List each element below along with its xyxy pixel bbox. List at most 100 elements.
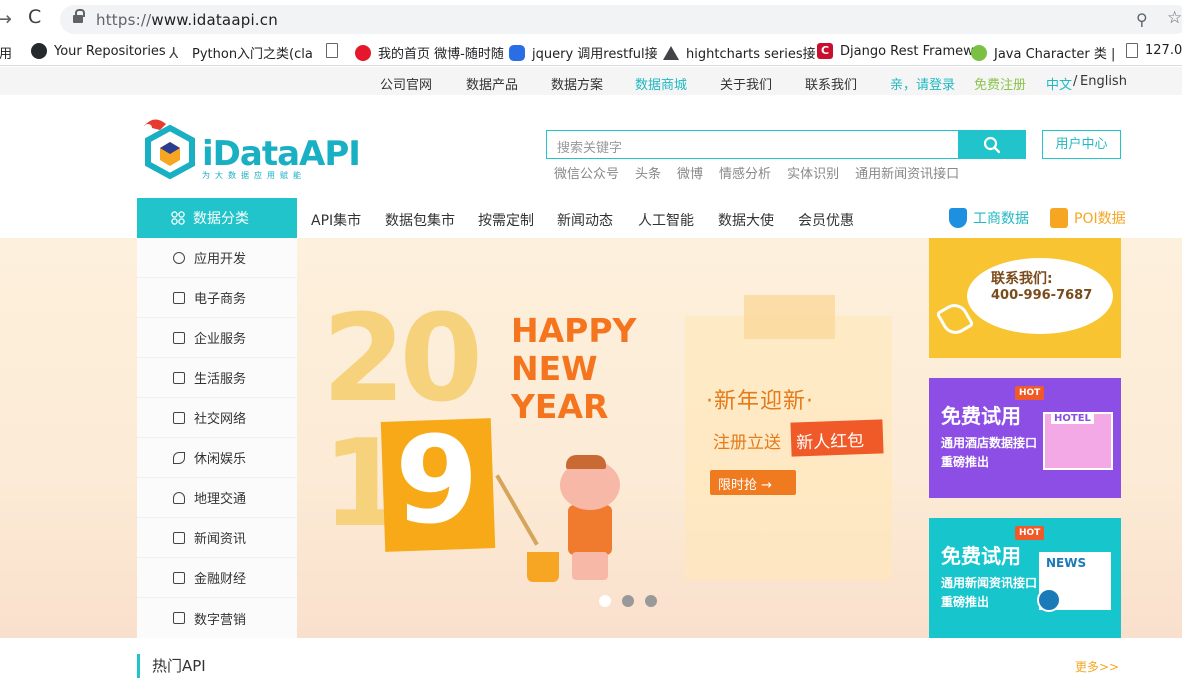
hotel-api-ad[interactable]: HOT 免费试用 通用酒店数据接口 重磅推出 HOTEL	[929, 378, 1121, 498]
bookmark-star-icon[interactable]: ☆	[1167, 8, 1182, 28]
category-label: 金融财经	[194, 572, 247, 587]
hot-word-entity[interactable]: 实体识别	[787, 163, 839, 182]
category-ecommerce[interactable]: 电子商务	[137, 278, 297, 318]
biz-data-label: 工商数据	[973, 211, 1029, 227]
lang-en-link[interactable]: English	[1080, 74, 1127, 89]
greeting-line: HAPPY	[511, 311, 637, 350]
bookmark-apps[interactable]: 应用	[0, 43, 12, 62]
nav-package-market[interactable]: 数据包集市	[385, 210, 455, 230]
bookmark-jquery[interactable]: jquery 调用restful接	[509, 43, 658, 62]
carousel-dot[interactable]	[645, 595, 657, 607]
location-pin-icon	[1050, 208, 1068, 228]
bookmark-label: Your Repositories	[54, 43, 166, 59]
category-label: 社交网络	[194, 412, 247, 427]
nav-api-market[interactable]: API集市	[311, 210, 361, 230]
cart-icon	[173, 291, 185, 304]
category-enterprise[interactable]: 企业服务	[137, 318, 297, 358]
nav-ambassador[interactable]: 数据大使	[718, 210, 774, 230]
category-app-dev[interactable]: 应用开发	[137, 238, 297, 278]
topnav-contact[interactable]: 联系我们	[805, 74, 857, 93]
category-sidebar: 应用开发 电子商务 企业服务 生活服务 社交网络 休闲娱乐 地理交通 新闻资讯 …	[137, 238, 297, 638]
topnav-about[interactable]: 关于我们	[720, 74, 772, 93]
nav-ai[interactable]: 人工智能	[638, 210, 694, 230]
lock-icon[interactable]	[73, 9, 85, 24]
nav-news[interactable]: 新闻动态	[557, 210, 613, 230]
lang-cn-link[interactable]: 中文	[1046, 74, 1072, 93]
bookmark-highcharts[interactable]: hightcharts series接	[663, 43, 816, 62]
category-leisure[interactable]: 休闲娱乐	[137, 438, 297, 478]
ad-trial-title: 免费试用	[941, 404, 1021, 428]
ad-trial-title: 免费试用	[941, 544, 1021, 568]
home-icon	[173, 371, 185, 384]
promo-red-tag: 新人红包	[790, 419, 884, 457]
topnav-store[interactable]: 数据商城	[635, 74, 687, 93]
category-life[interactable]: 生活服务	[137, 358, 297, 398]
category-menu-header[interactable]: 数据分类	[137, 198, 297, 238]
poi-data-label: POI数据	[1074, 211, 1126, 227]
greeting-line: YEAR	[511, 387, 609, 426]
hot-badge: HOT	[1015, 386, 1045, 400]
category-geo[interactable]: 地理交通	[137, 478, 297, 518]
reload-icon[interactable]: C	[28, 6, 41, 28]
hot-badge: HOT	[1015, 526, 1045, 540]
bookmark-localhost[interactable]: 127.0.	[1126, 43, 1182, 58]
hot-word-weibo[interactable]: 微博	[677, 163, 703, 182]
category-finance[interactable]: 金融财经	[137, 558, 297, 598]
carousel-dot[interactable]	[599, 595, 611, 607]
login-link[interactable]: 亲，请登录	[890, 74, 955, 93]
topnav-solutions[interactable]: 数据方案	[551, 74, 603, 93]
news-api-ad[interactable]: HOT 免费试用 通用新闻资讯接口 重磅推出 NEWS	[929, 518, 1121, 638]
bookmark-label: Django Rest Framew	[840, 43, 974, 59]
plane-icon	[173, 451, 185, 464]
bookmark-your-repositories[interactable]: Your Repositories	[31, 43, 166, 59]
contact-ad[interactable]: 联系我们: 400-996-7687	[929, 238, 1121, 358]
limited-grab-button[interactable]: 限时抢 →	[710, 470, 796, 495]
bookmark-label: 127.0.	[1145, 43, 1182, 58]
nav-custom[interactable]: 按需定制	[478, 210, 534, 230]
banner-year-20: 20	[322, 290, 483, 429]
topnav-company[interactable]: 公司官网	[380, 74, 432, 93]
register-link[interactable]: 免费注册	[974, 74, 1026, 93]
hot-word-wechat[interactable]: 微信公众号	[554, 163, 619, 182]
category-news[interactable]: 新闻资讯	[137, 518, 297, 558]
more-link[interactable]: 更多>>	[1075, 658, 1119, 675]
search-input[interactable]: 搜索关键字	[546, 130, 959, 159]
promo-card-tape	[744, 295, 835, 339]
carousel-dots	[599, 595, 657, 607]
hot-word-news-api[interactable]: 通用新闻资讯接口	[855, 163, 959, 182]
grid-icon	[171, 211, 185, 225]
hot-word-toutiao[interactable]: 头条	[635, 163, 661, 182]
user-center-button[interactable]: 用户中心	[1042, 130, 1121, 159]
lang-sep: /	[1073, 74, 1078, 89]
news-sign: NEWS	[1046, 556, 1087, 570]
nav-member-deals[interactable]: 会员优惠	[798, 210, 854, 230]
bookmark-label: Java Character 类 |	[994, 47, 1116, 62]
category-marketing[interactable]: 数字营销	[137, 598, 297, 638]
carousel-dot[interactable]	[622, 595, 634, 607]
poi-data-link[interactable]: POI数据	[1050, 208, 1126, 228]
browser-toolbar: → C https://www.idataapi.cn ⚲ ☆	[0, 0, 1182, 38]
bookmark-java[interactable]: Java Character 类 |	[971, 43, 1115, 62]
logo-cube-icon	[144, 119, 195, 180]
search-button[interactable]	[958, 130, 1026, 159]
hot-word-sentiment[interactable]: 情感分析	[719, 163, 771, 182]
bookmark-label: jquery 调用restful接	[532, 47, 658, 62]
back-arrow-icon[interactable]: →	[0, 8, 12, 30]
url-domain: www.idataapi.cn	[151, 11, 278, 29]
ad-description: 通用新闻资讯接口 重磅推出	[941, 574, 1037, 612]
top-nav: 公司官网 数据产品 数据方案 数据商城 关于我们 联系我们 亲，请登录 免费注册…	[0, 67, 1182, 95]
url-text[interactable]: https://www.idataapi.cn	[96, 11, 278, 29]
bookmark-weibo[interactable]: 我的首页 微博-随时随	[355, 43, 504, 62]
category-label: 企业服务	[194, 332, 247, 347]
bookmark-django[interactable]: C Django Rest Framew	[817, 43, 974, 59]
category-social[interactable]: 社交网络	[137, 398, 297, 438]
topnav-products[interactable]: 数据产品	[466, 74, 518, 93]
zoom-icon[interactable]: ⚲	[1136, 10, 1148, 29]
category-label: 应用开发	[194, 252, 247, 267]
bookmark-python[interactable]: ⅄ Python入门之类(cla	[169, 43, 313, 63]
bookmark-page[interactable]	[326, 43, 338, 58]
site-logo[interactable]: iDataAPI 为大数据应用赋能	[140, 118, 361, 183]
address-bar[interactable]: https://www.idataapi.cn ⚲ ☆	[60, 5, 1182, 34]
biz-data-link[interactable]: 工商数据	[949, 208, 1029, 228]
github-icon	[31, 43, 47, 59]
